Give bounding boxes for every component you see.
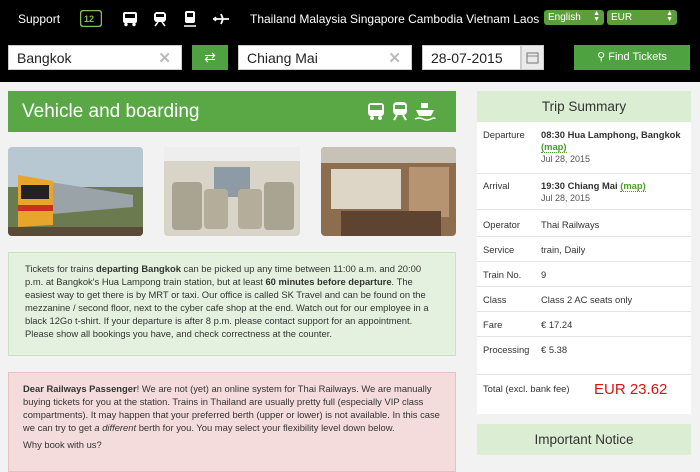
total-label: Total (excl. bank fee) (483, 383, 570, 394)
operator-label: Operator (483, 219, 520, 230)
ferry-icon (414, 101, 436, 121)
divider (477, 311, 691, 312)
arrival-map-link[interactable]: (map) (620, 180, 646, 192)
divider (477, 261, 691, 262)
trip-summary-panel: Departure 08:30 Hua Lamphong, Bangkok (m… (477, 122, 691, 414)
trip-summary-header: Trip Summary (477, 91, 691, 122)
support-link[interactable]: Support (18, 12, 60, 26)
12go-logo[interactable]: 12 (79, 9, 103, 28)
divider (477, 374, 691, 375)
service-value: train, Daily (541, 244, 586, 255)
currency-value: EUR (611, 12, 633, 23)
plane-icon[interactable] (212, 11, 230, 27)
swap-button[interactable]: ⇄ (192, 45, 228, 70)
arrival-value: 19:30 Chiang Mai (541, 180, 618, 191)
vehicle-title: Vehicle and boarding (22, 101, 200, 122)
divider (477, 286, 691, 287)
departure-info: 08:30 Hua Lamphong, Bangkok (map) Jul 28… (541, 129, 691, 165)
find-tickets-button[interactable]: ⚲ Find Tickets (574, 45, 690, 70)
station-office-photo (321, 147, 456, 236)
top-navigation-bar: Support 12 Thailand Malaysia Singapore C… (0, 0, 700, 82)
vehicle-header: Vehicle and boarding (8, 91, 456, 132)
departure-value: 08:30 Hua Lamphong, Bangkok (541, 129, 681, 140)
train-icon (390, 101, 410, 121)
warning-title: Dear Railways Passenger (23, 383, 137, 394)
bus-icon[interactable] (121, 11, 139, 27)
train-number-label: Train No. (483, 269, 522, 280)
date-value: 28-07-2015 (431, 50, 503, 66)
info-text-bold: 60 minutes before departure (265, 276, 392, 287)
departure-date: Jul 28, 2015 (541, 154, 591, 164)
train-exterior-photo (8, 147, 143, 236)
train-number-value: 9 (541, 269, 547, 280)
from-input[interactable]: Bangkok ✕ (8, 45, 182, 70)
train-icon[interactable] (151, 11, 169, 27)
clear-from-icon[interactable]: ✕ (158, 49, 171, 67)
divider (477, 209, 691, 210)
currency-select[interactable]: EUR ▲ ▼ (607, 10, 677, 25)
class-value: Class 2 AC seats only (541, 294, 633, 305)
why-book-link[interactable]: Why book with us? (23, 438, 441, 451)
bus-icon (366, 101, 386, 121)
important-notice-header: Important Notice (477, 424, 691, 455)
railways-warning-box: Dear Railways Passenger! We are not (yet… (8, 372, 456, 472)
divider (477, 236, 691, 237)
warning-text-italic: a different (94, 422, 137, 433)
train-interior-photo (164, 147, 300, 236)
departure-label: Departure (483, 129, 525, 140)
fare-label: Fare (483, 319, 503, 330)
select-caret-icon: ▲ ▼ (666, 10, 673, 23)
total-value: EUR 23.62 (594, 381, 668, 398)
class-label: Class (483, 294, 507, 305)
processing-label: Processing (483, 344, 530, 355)
fare-value: € 17.24 (541, 319, 573, 330)
find-tickets-label: Find Tickets (608, 51, 667, 63)
country-links[interactable]: Thailand Malaysia Singapore Cambodia Vie… (250, 12, 539, 26)
clear-to-icon[interactable]: ✕ (388, 49, 401, 67)
service-label: Service (483, 244, 515, 255)
svg-text:12: 12 (84, 14, 94, 24)
info-text-bold: departing Bangkok (96, 263, 181, 274)
warning-text: berth for you. You may select your flexi… (136, 422, 395, 433)
departure-map-link[interactable]: (map) (541, 141, 567, 153)
to-input[interactable]: Chiang Mai ✕ (238, 45, 412, 70)
language-select[interactable]: English ▲ ▼ (544, 10, 604, 25)
search-icon: ⚲ (597, 51, 609, 63)
arrival-label: Arrival (483, 180, 510, 191)
select-caret-icon: ▲ ▼ (593, 10, 600, 23)
calendar-icon[interactable] (521, 45, 544, 70)
train-front-icon[interactable] (181, 11, 199, 27)
operator-value: Thai Railways (541, 219, 600, 230)
from-value: Bangkok (17, 50, 72, 66)
to-value: Chiang Mai (247, 50, 318, 66)
arrival-info: 19:30 Chiang Mai (map) Jul 28, 2015 (541, 180, 691, 204)
boarding-info-box: Tickets for trains departing Bangkok can… (8, 252, 456, 356)
divider (477, 173, 691, 174)
language-value: English (548, 12, 581, 23)
divider (477, 336, 691, 337)
arrival-date: Jul 28, 2015 (541, 193, 591, 203)
processing-value: € 5.38 (541, 344, 568, 355)
info-text: Tickets for trains (25, 263, 97, 274)
date-input[interactable]: 28-07-2015 (422, 45, 521, 70)
